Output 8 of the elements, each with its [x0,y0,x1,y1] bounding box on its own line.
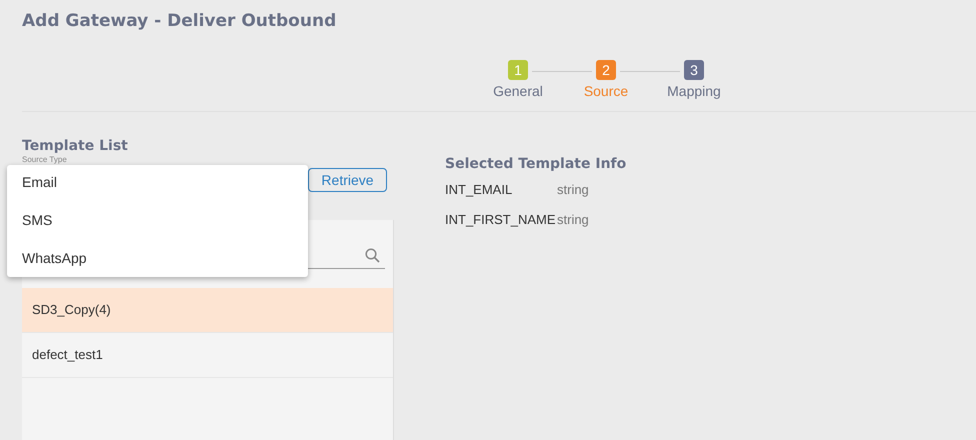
field-name: INT_FIRST_NAME [445,212,557,229]
field-type: string [557,182,589,199]
section-heading: Template List [22,138,129,154]
field-label: Source Type [22,155,67,164]
page-title: Add Gateway - Deliver Outbound [22,10,338,32]
section-heading: Selected Template Info [445,156,626,172]
field-name: INT_EMAIL [445,182,514,199]
field-type: string [557,212,589,229]
